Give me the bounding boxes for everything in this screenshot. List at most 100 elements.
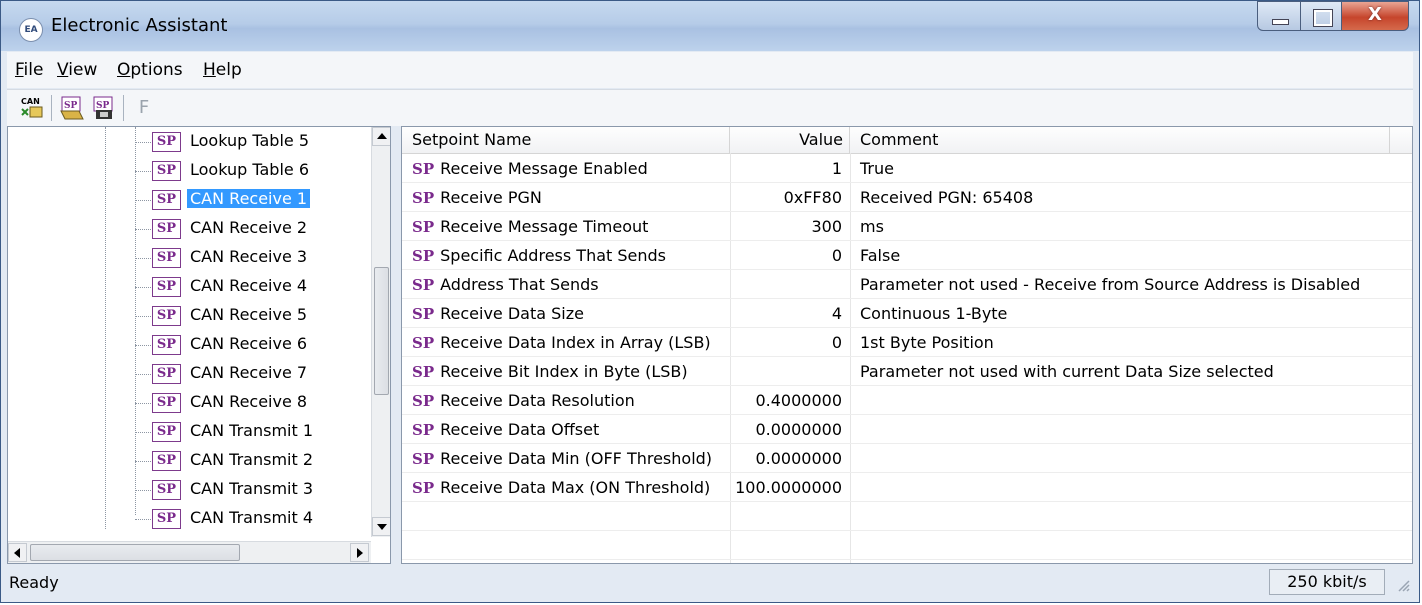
tree-connector xyxy=(135,461,151,462)
row-divider xyxy=(402,182,1412,183)
tree-item-label: CAN Transmit 4 xyxy=(190,508,314,527)
menu-help[interactable]: Help xyxy=(203,60,242,80)
setpoint-prefix: SP xyxy=(412,305,435,323)
scroll-thumb[interactable] xyxy=(30,544,240,561)
menu-view[interactable]: View xyxy=(57,60,97,80)
setpoint-name: Address That Sends xyxy=(440,275,599,294)
grid-row[interactable]: SP Receive PGN 0xFF80 Received PGN: 65408 xyxy=(402,183,1412,212)
tree-connector xyxy=(135,258,151,259)
scroll-up-button[interactable] xyxy=(372,127,390,146)
setpoint-icon: SP xyxy=(152,335,181,355)
column-header-comment[interactable]: Comment xyxy=(850,127,1390,153)
tree-item-label: CAN Receive 5 xyxy=(190,305,308,324)
row-divider xyxy=(402,385,1412,386)
column-header-setpoint-name[interactable]: Setpoint Name xyxy=(402,127,730,153)
close-button[interactable]: X xyxy=(1341,1,1409,31)
status-text: Ready xyxy=(9,573,59,592)
setpoint-comment-cell xyxy=(850,386,1412,415)
setpoint-name-cell: SP Receive Data Size xyxy=(402,299,730,328)
tree-guide-line xyxy=(105,127,106,529)
minimize-button[interactable] xyxy=(1257,1,1301,31)
setpoint-value-cell[interactable] xyxy=(730,357,850,386)
column-header-value[interactable]: Value xyxy=(730,127,850,153)
scroll-left-button[interactable] xyxy=(8,543,27,562)
setpoint-value-cell[interactable]: 0.4000000 xyxy=(730,386,850,415)
tree-guide-line xyxy=(135,127,136,515)
arrow-down-icon xyxy=(377,524,387,530)
app-logo-icon[interactable]: EA xyxy=(19,18,43,42)
setpoint-name-cell: SP Receive PGN xyxy=(402,183,730,212)
tree-item-label: CAN Transmit 2 xyxy=(190,450,314,469)
setpoint-icon: SP xyxy=(152,277,181,297)
tree-item-label: CAN Receive 4 xyxy=(190,276,308,295)
open-setpoints-icon[interactable]: SP xyxy=(59,95,85,121)
setpoint-value-cell[interactable]: 0 xyxy=(730,328,850,357)
grid-header: Setpoint Name Value Comment xyxy=(402,127,1412,154)
setpoint-name-cell: SP Receive Data Index in Array (LSB) xyxy=(402,328,730,357)
setpoint-value-cell[interactable]: 4 xyxy=(730,299,850,328)
resize-grip-icon[interactable] xyxy=(1395,577,1411,595)
grid-row[interactable]: SP Receive Data Size 4 Continuous 1-Byte xyxy=(402,299,1412,328)
menu-file[interactable]: File xyxy=(15,60,43,80)
setpoint-name-cell: SP Receive Data Min (OFF Threshold) xyxy=(402,444,730,473)
setpoint-tree[interactable]: SP Lookup Table 5 SP Lookup Table 6 SP CAN Re… xyxy=(7,126,391,564)
grid-row[interactable]: SP Specific Address That Sends 0 False xyxy=(402,241,1412,270)
title-bar[interactable]: EA Electronic Assistant X xyxy=(1,1,1419,51)
setpoint-value-cell[interactable]: 0.0000000 xyxy=(730,444,850,473)
tree-connector xyxy=(135,287,151,288)
setpoint-value-cell[interactable]: 0 xyxy=(730,241,850,270)
grid-row[interactable]: SP Address That Sends Parameter not used -… xyxy=(402,270,1412,299)
setpoint-comment-cell: Continuous 1-Byte xyxy=(860,304,1008,323)
tree-connector xyxy=(135,403,151,404)
setpoint-value-cell[interactable]: 0xFF80 xyxy=(730,183,850,212)
setpoint-name: Receive Data Max (ON Threshold) xyxy=(440,478,711,497)
flash-icon[interactable]: F xyxy=(131,95,157,121)
grid-row[interactable]: SP Receive Data Offset 0.0000000 xyxy=(402,415,1412,444)
setpoint-prefix: SP xyxy=(412,189,435,207)
scroll-right-button[interactable] xyxy=(350,543,369,562)
can-connect-icon[interactable]: CAN xyxy=(19,95,45,121)
grid-row[interactable]: SP Receive Message Enabled 1 True xyxy=(402,154,1412,183)
setpoint-value-cell[interactable]: 300 xyxy=(730,212,850,241)
scroll-thumb[interactable] xyxy=(374,267,389,395)
setpoint-prefix: SP xyxy=(412,479,435,497)
tree-item-label: Lookup Table 5 xyxy=(190,131,310,150)
arrow-right-icon xyxy=(357,548,363,558)
arrow-up-icon xyxy=(377,133,387,139)
setpoint-value-cell[interactable]: 100.0000000 xyxy=(730,473,850,502)
setpoint-name-cell: SP Address That Sends xyxy=(402,270,730,299)
setpoint-prefix: SP xyxy=(412,421,435,439)
tree-item-label: CAN Transmit 3 xyxy=(190,479,314,498)
setpoint-icon: SP xyxy=(152,393,181,413)
setpoint-value-cell[interactable] xyxy=(730,270,850,299)
grid-row[interactable]: SP Receive Data Max (ON Threshold) 100.000… xyxy=(402,473,1412,502)
maximize-button[interactable] xyxy=(1300,1,1342,31)
grid-row[interactable]: SP Receive Data Resolution 0.4000000 xyxy=(402,386,1412,415)
setpoint-name-cell: SP Specific Address That Sends xyxy=(402,241,730,270)
setpoint-name: Receive Data Offset xyxy=(440,420,600,439)
row-divider xyxy=(402,443,1412,444)
tree-vertical-scrollbar[interactable] xyxy=(371,127,390,537)
setpoint-icon: SP xyxy=(152,306,181,326)
row-divider xyxy=(402,501,1412,502)
scroll-down-button[interactable] xyxy=(372,517,390,536)
setpoint-prefix: SP xyxy=(412,160,435,178)
setpoint-icon: SP xyxy=(152,132,181,152)
row-divider xyxy=(402,327,1412,328)
menu-options[interactable]: Options xyxy=(117,60,183,80)
grid-row[interactable]: SP Receive Data Index in Array (LSB) 0 1st … xyxy=(402,328,1412,357)
grid-row[interactable]: SP Receive Data Min (OFF Threshold) 0.0000… xyxy=(402,444,1412,473)
setpoint-prefix: SP xyxy=(412,247,435,265)
setpoint-name: Receive Message Timeout xyxy=(440,217,649,236)
setpoint-value-cell[interactable]: 1 xyxy=(730,154,850,183)
tree-item-label: CAN Receive 7 xyxy=(190,363,308,382)
row-divider xyxy=(402,269,1412,270)
setpoint-value-cell[interactable]: 0.0000000 xyxy=(730,415,850,444)
setpoint-comment-cell: 1st Byte Position xyxy=(860,333,994,352)
setpoint-comment-cell: Parameter not used - Receive from Source… xyxy=(860,275,1361,294)
save-setpoints-icon[interactable]: SP xyxy=(91,95,117,121)
grid-row[interactable]: SP Receive Message Timeout 300 ms xyxy=(402,212,1412,241)
grid-row[interactable]: SP Receive Bit Index in Byte (LSB) Paramet… xyxy=(402,357,1412,386)
tree-horizontal-scrollbar[interactable] xyxy=(8,541,371,563)
status-bar: Ready 250 kbit/s xyxy=(7,567,1413,599)
